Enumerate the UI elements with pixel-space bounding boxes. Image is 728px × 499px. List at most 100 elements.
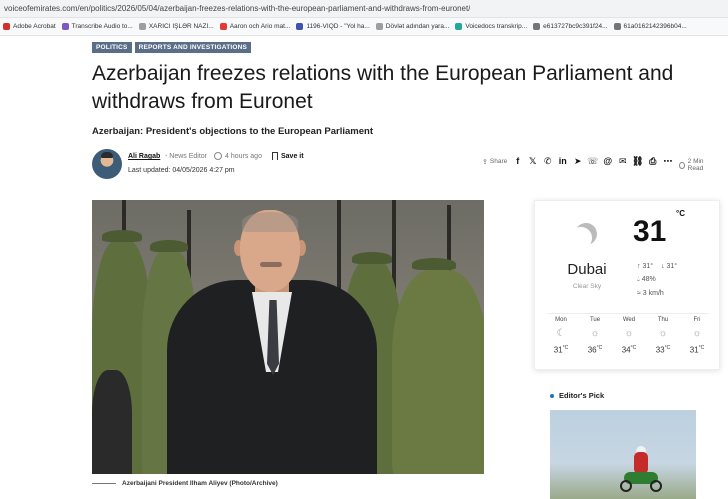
bookmark-item[interactable]: Voicedocs transkrip... (455, 23, 527, 30)
category-tags: POLITICS REPORTS AND INVESTIGATIONS (92, 42, 252, 53)
tag-politics[interactable]: POLITICS (92, 42, 132, 53)
telegram-icon[interactable]: ➤ (573, 157, 582, 166)
forecast-temp: 31°C (690, 345, 705, 355)
published-time: 4 hours ago (225, 153, 262, 160)
share-bar: ⇪ Share f 𝕏 ✆ in ➤ ☏ @ ✉ ⛓ ⎙ ⋯ (482, 157, 672, 166)
author-row: Ali Ragab - News Editor 4 hours ago Save… (92, 149, 712, 181)
bookmark-favicon-icon (3, 23, 10, 30)
article-headline: Azerbaijan freezes relations with the Eu… (92, 62, 674, 113)
forecast-temp: 36°C (588, 345, 603, 355)
last-updated: Last updated: 04/05/2026 4:27 pm (128, 167, 235, 174)
bookmark-favicon-icon (613, 23, 621, 30)
bookmark-label: e613727bc9c391f24... (543, 23, 608, 30)
forecast-temp-unit: °C (562, 345, 569, 351)
forecast-day-name: Tue (589, 317, 601, 323)
weather-humidity: 💧︎ 48% (637, 276, 656, 284)
bookmark-item[interactable]: Dövlət adından yara... (375, 23, 450, 30)
x-icon[interactable]: 𝕏 (528, 157, 537, 166)
bookmark-label: Aaron och Ario mat... (229, 23, 291, 30)
bookmark-label: XARICI İŞLƏR NAZİ... (148, 23, 214, 30)
share-text: Share (489, 158, 508, 165)
weather-city: Dubai (567, 261, 607, 278)
weather-forecast: Mon ☾ 31°C Tue ☼ 36°C Wed ☼ 34°C Thu ☼ 33°C Fri ☼ 31°C (545, 317, 713, 355)
author-name-link[interactable]: Ali Ragab (128, 153, 160, 160)
print-icon[interactable]: ⎙ (648, 157, 657, 166)
clock-icon (214, 152, 222, 160)
bookmark-favicon-icon (61, 23, 69, 30)
weather-wind: ≈ 3 km/h (637, 290, 664, 297)
bookmark-favicon-icon (296, 23, 304, 30)
forecast-day-name: Mon (555, 317, 567, 323)
bookmark-item[interactable]: XARICI İŞLƏR NAZİ... (138, 23, 214, 30)
weather-humidity-value: 48% (641, 276, 656, 283)
bookmark-label: Adobe Acrobat (13, 23, 56, 30)
bookmark-label: Voicedocs transkrip... (465, 23, 528, 30)
sun-icon: ☼ (692, 328, 702, 339)
forecast-temp-unit: °C (664, 345, 671, 351)
tag-reports-and-investigations[interactable]: REPORTS AND INVESTIGATIONS (134, 42, 252, 53)
read-time: 2 Min Read (679, 158, 712, 172)
weather-condition: Clear Sky (572, 283, 602, 290)
forecast-day-name: Fri (693, 317, 701, 323)
sun-icon: ☼ (658, 328, 668, 339)
forecast-temp-value: 31 (553, 345, 563, 355)
bookmarks-bar: Adobe Acrobat Transcribe Audio to... XARIC… (0, 18, 728, 36)
moon-icon: ☾ (556, 328, 566, 339)
dark-figure (92, 370, 132, 474)
whatsapp-icon[interactable]: ✆ (543, 157, 552, 166)
bookmark-item[interactable]: e613727bc9c391f24... (533, 23, 608, 30)
bookmark-item[interactable]: Adobe Acrobat (3, 23, 56, 30)
threads-icon[interactable]: @ (603, 157, 612, 166)
clock-icon (679, 161, 685, 169)
linkedin-icon[interactable]: in (558, 157, 567, 166)
forecast-day-name: Thu (657, 317, 669, 323)
soldier-figure (392, 270, 484, 474)
weather-high-low: ↑ 31° ↓ 31° (637, 263, 677, 270)
bookmark-item[interactable]: 61a0162142396b04... (613, 23, 687, 30)
forecast-temp: 33°C (656, 345, 671, 355)
share-label[interactable]: ⇪ Share (482, 158, 507, 166)
weather-widget[interactable]: Dubai Clear Sky 31 °C ↑ 31° ↓ 31° 💧︎ 48%… (534, 200, 720, 370)
bookmark-favicon-icon (375, 23, 383, 30)
bookmark-item[interactable]: Transcribe Audio to... (61, 23, 133, 30)
link-icon[interactable]: ⛓ (632, 157, 643, 166)
more-icon[interactable]: ⋯ (663, 157, 672, 166)
editors-pick-image[interactable] (550, 410, 696, 499)
email-icon[interactable]: ✉ (618, 157, 627, 166)
sun-icon: ☼ (624, 328, 634, 339)
article-main-image[interactable] (92, 200, 484, 474)
author-role: - News Editor (165, 153, 208, 160)
bookmark-favicon-icon (455, 23, 463, 30)
address-bar[interactable]: voiceofemirates.com/en/politics/2026/05/… (0, 0, 728, 18)
bookmark-label: 1196-VIQD - "Yol ha... (306, 23, 370, 30)
bookmark-label: 61a0162142396b04... (623, 23, 687, 30)
soldier-cap (150, 240, 188, 252)
moon-icon (572, 220, 600, 248)
bookmark-label: Transcribe Audio to... (71, 23, 133, 30)
author-avatar[interactable] (92, 149, 122, 179)
forecast-day: Mon ☾ 31°C (545, 317, 577, 355)
soldier-cap (352, 252, 392, 264)
weather-wind-value: 3 km/h (642, 290, 664, 297)
forecast-temp: 34°C (622, 345, 637, 355)
sun-icon: ☼ (590, 328, 600, 339)
man-hair (242, 212, 298, 232)
viber-icon[interactable]: ☏ (587, 157, 598, 166)
forecast-day: Thu ☼ 33°C (647, 317, 679, 355)
bookmark-item[interactable]: 1196-VIQD - "Yol ha... (296, 23, 370, 30)
facebook-icon[interactable]: f (513, 157, 522, 166)
soldier-cap (102, 230, 142, 242)
forecast-day-name: Wed (622, 317, 636, 323)
bike-wheel (620, 480, 632, 492)
bookmark-icon[interactable] (272, 152, 278, 160)
forecast-temp: 31°C (554, 345, 569, 355)
forecast-temp-unit: °C (630, 345, 637, 351)
bookmark-item[interactable]: Aaron och Ario mat... (219, 23, 291, 30)
wind-icon: ≈ (637, 290, 641, 297)
weather-divider (547, 313, 709, 314)
caption-text: Azerbaijani President Ilham Aliyev (Phot… (122, 480, 278, 487)
forecast-day: Tue ☼ 36°C (579, 317, 611, 355)
bookmark-label: Dövlət adından yara... (385, 23, 450, 30)
save-it-button[interactable]: Save it (281, 153, 304, 160)
bookmark-favicon-icon (533, 23, 541, 30)
